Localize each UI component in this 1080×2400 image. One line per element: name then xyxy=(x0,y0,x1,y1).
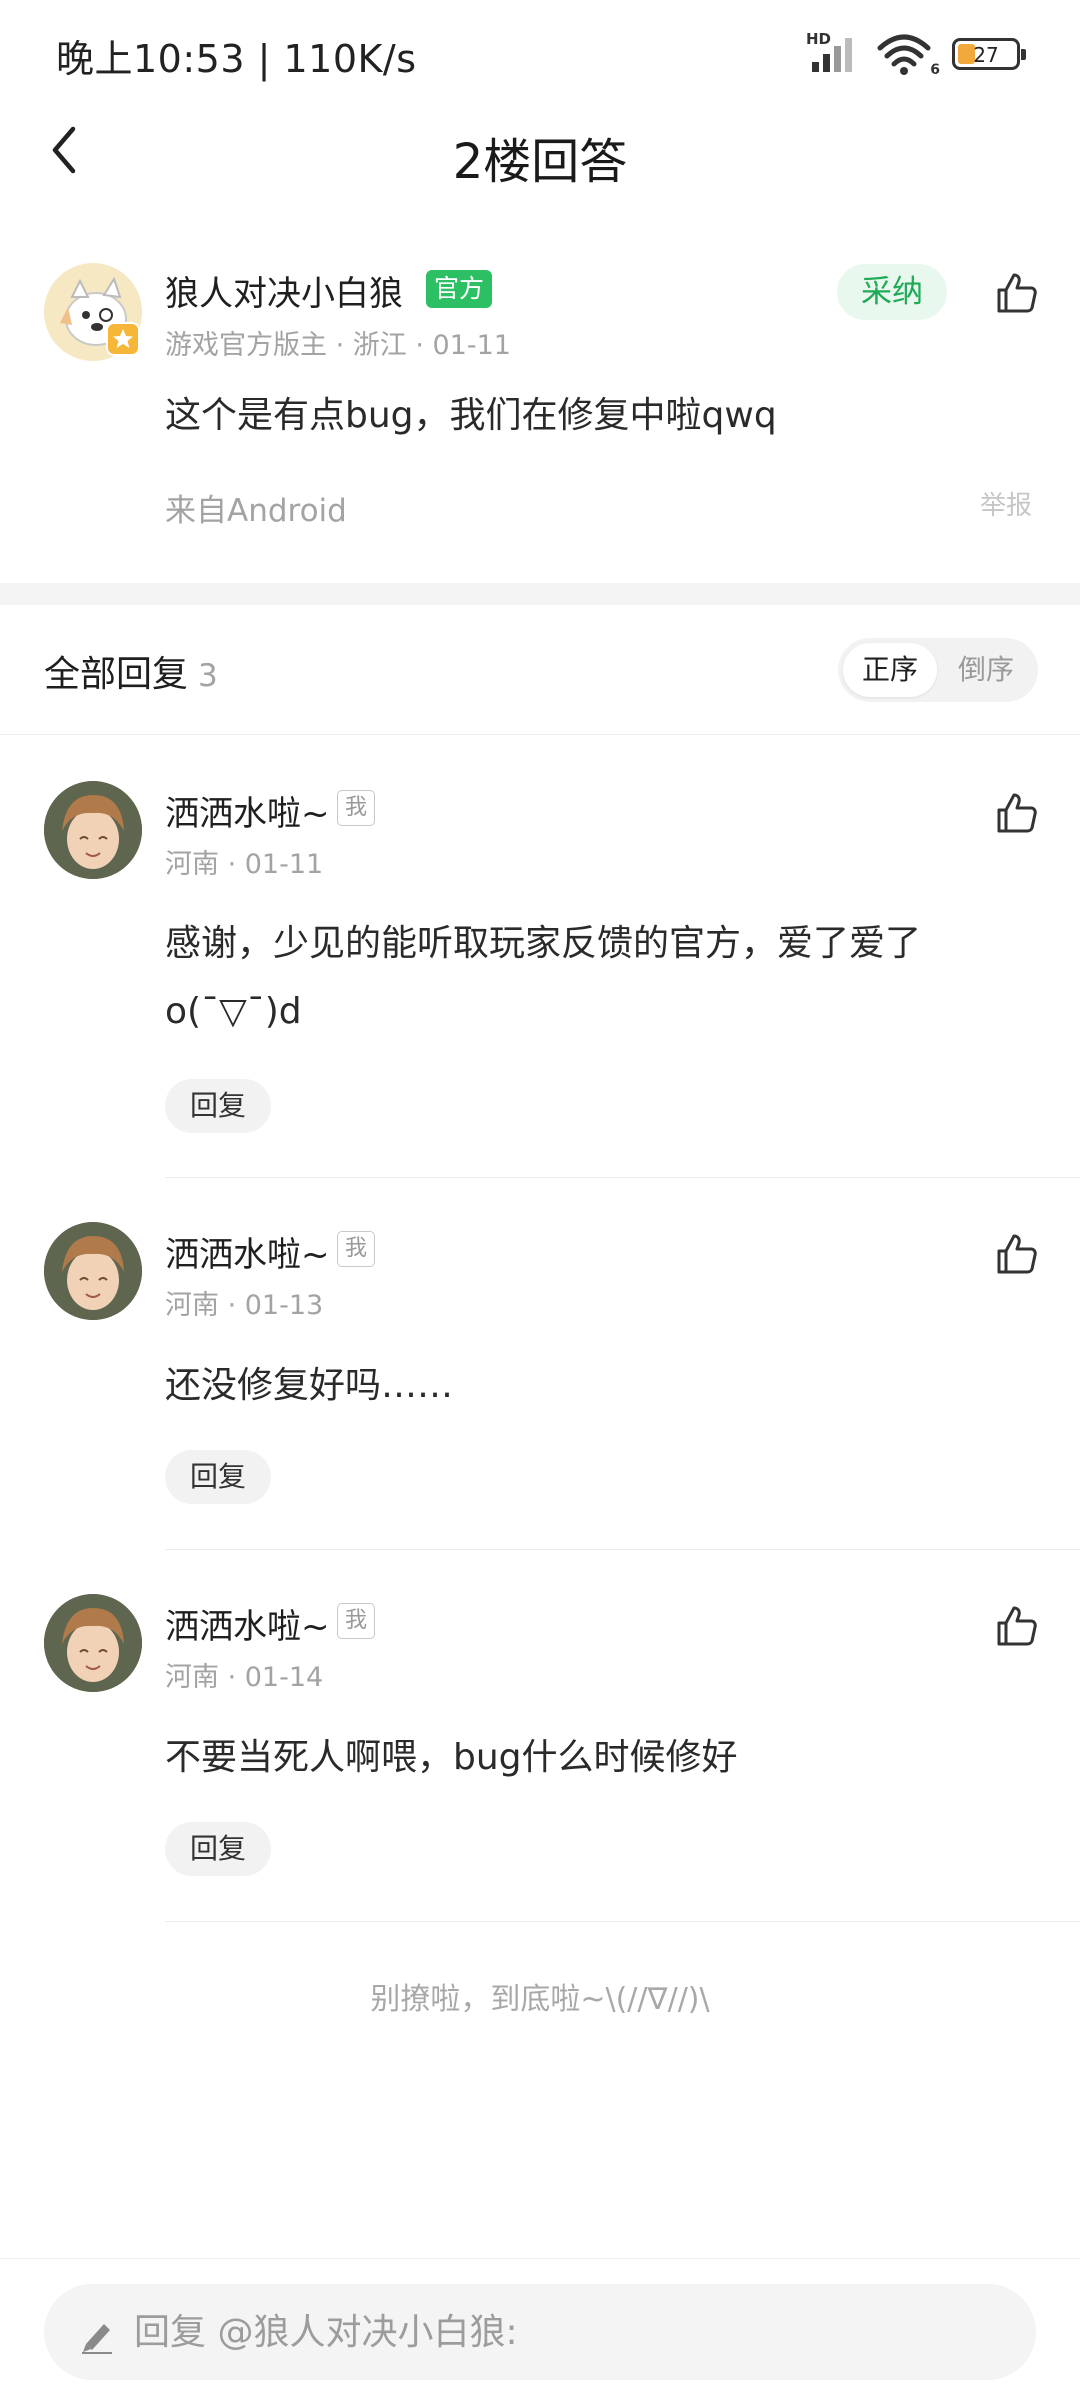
sort-ascending-button[interactable]: 正序 xyxy=(843,643,937,697)
pen-icon xyxy=(82,2324,112,2354)
reply-meta: 河南 · 01-13 xyxy=(165,1290,324,1321)
reply-button[interactable]: 回复 xyxy=(165,1079,271,1133)
sort-toggle: 正序 倒序 xyxy=(838,638,1038,702)
reply-author-name[interactable]: 洒洒水啦~ xyxy=(165,1227,330,1276)
reply-author-name[interactable]: 洒洒水啦~ xyxy=(165,786,330,835)
official-badge: 官方 xyxy=(426,270,493,308)
reply-button[interactable]: 回复 xyxy=(165,1822,271,1876)
battery-percent: 27 xyxy=(973,43,999,67)
status-icons: HD 6 27 xyxy=(806,30,1026,78)
reply-divider xyxy=(165,1177,1080,1178)
reply-avatar[interactable] xyxy=(44,1594,142,1692)
sort-descending-button[interactable]: 倒序 xyxy=(939,643,1033,697)
reply-like-button[interactable] xyxy=(992,1229,1042,1279)
reply-divider xyxy=(165,1921,1080,1922)
reply-divider xyxy=(165,1549,1080,1550)
answer-content: 这个是有点bug，我们在修复中啦qwq xyxy=(165,395,777,436)
status-bar: 晚上10:53 | 110K/s HD 6 27 xyxy=(0,0,1080,100)
replies-title: 全部回复 3 xyxy=(44,645,218,697)
hd-badge: HD xyxy=(806,30,832,48)
reply-meta: 河南 · 01-11 xyxy=(165,849,324,880)
reply-author-name[interactable]: 洒洒水啦~ xyxy=(165,1599,330,1648)
reply-like-button[interactable] xyxy=(992,788,1042,838)
me-tag: 我 xyxy=(337,1231,375,1267)
wifi-6-badge: 6 xyxy=(930,62,940,78)
accept-button[interactable]: 采纳 xyxy=(837,264,947,320)
reply-content: 感谢，少见的能听取玩家反馈的官方，爱了爱了o(ˉ▽ˉ)d xyxy=(165,923,922,1032)
reply-meta: 河南 · 01-14 xyxy=(165,1662,324,1693)
reply-input[interactable] xyxy=(134,2284,1014,2380)
battery-cap xyxy=(1021,49,1026,60)
thumbs-up-icon xyxy=(997,273,1037,313)
reply-like-button[interactable] xyxy=(992,1601,1042,1651)
section-divider xyxy=(0,583,1080,605)
author-meta: 游戏官方版主 · 浙江 · 01-11 xyxy=(165,330,511,361)
star-badge-icon xyxy=(106,322,140,356)
reply-input-box[interactable] xyxy=(44,2284,1036,2380)
user-avatar-icon xyxy=(44,1222,142,1320)
me-tag: 我 xyxy=(337,1603,375,1639)
user-avatar-icon xyxy=(44,1594,142,1692)
header: 2楼回答 xyxy=(0,100,1080,200)
reply-avatar[interactable] xyxy=(44,1222,142,1320)
bottom-reply-bar xyxy=(0,2258,1080,2400)
answer-like-button[interactable] xyxy=(992,268,1042,318)
reply-button[interactable]: 回复 xyxy=(165,1450,271,1504)
wifi-icon: 6 xyxy=(876,32,940,78)
status-time: 晚上10:53 | 110K/s xyxy=(56,37,417,81)
answer-source: 来自Android xyxy=(165,493,347,529)
reply-content: 不要当死人啊喂，bug什么时候修好 xyxy=(165,1737,738,1778)
replies-title-text: 全部回复 xyxy=(44,654,189,695)
user-avatar-icon xyxy=(44,781,142,879)
author-name[interactable]: 狼人对决小白狼 xyxy=(165,266,403,315)
page-title: 2楼回答 xyxy=(452,134,628,190)
signal-icon: HD xyxy=(806,30,862,74)
replies-header: 全部回复 3 正序 倒序 xyxy=(0,605,1080,735)
thumbs-up-icon xyxy=(997,793,1037,833)
battery-icon: 27 xyxy=(952,38,1026,70)
thumbs-up-icon xyxy=(997,1606,1037,1646)
reply-content: 还没修复好吗…… xyxy=(165,1365,454,1406)
end-of-list-hint: 别撩啦，到底啦~\(//∇//)\ xyxy=(370,1982,710,2017)
me-tag: 我 xyxy=(337,790,375,826)
reply-avatar[interactable] xyxy=(44,781,142,879)
report-link[interactable]: 举报 xyxy=(980,485,1032,522)
replies-count: 3 xyxy=(198,658,218,694)
thumbs-up-icon xyxy=(997,1234,1037,1274)
